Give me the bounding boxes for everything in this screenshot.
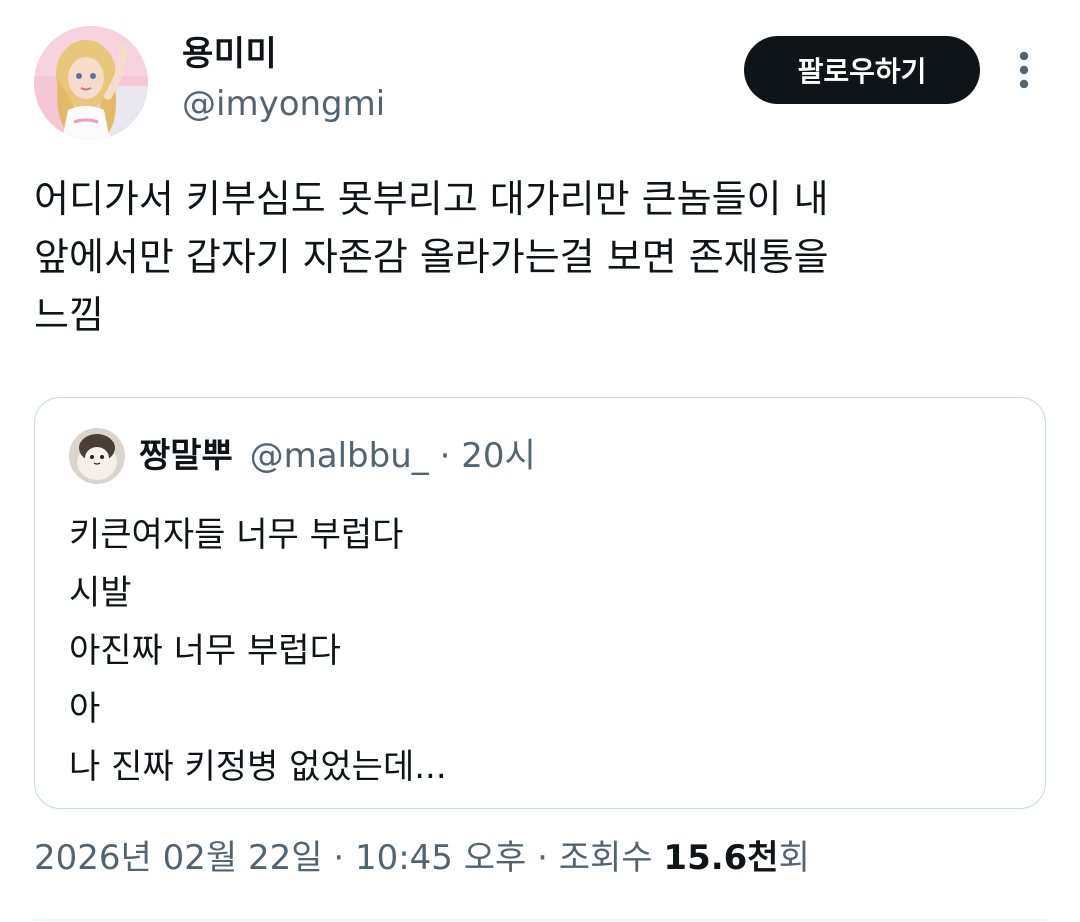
author-avatar[interactable] — [34, 26, 148, 140]
quoted-text-line: 아진짜 너무 부럽다 — [69, 631, 341, 671]
follow-button[interactable]: 팔로우하기 — [744, 36, 980, 104]
quoted-tweet-meta: 짱말뿌 @malbbu_ · 20시 — [139, 434, 536, 478]
tweet-text: 어디가서 키부심도 못부리고 대가리만 큰놈들이 내 앞에서만 갑자기 자존감 … — [34, 170, 1044, 344]
tweet-time[interactable]: 10:45 오후 — [355, 838, 526, 878]
tweet-header: 용미미 @imyongmi 팔로우하기 — [0, 0, 1080, 160]
tweet-text-line: 앞에서만 갑자기 자존감 올라가는걸 보면 존재통을 — [34, 235, 829, 279]
views-label: 조회수 — [558, 838, 664, 878]
tweet-text-line: 어디가서 키부심도 못부리고 대가리만 큰놈들이 내 — [34, 177, 829, 221]
tweet-text-line: 느낌 — [34, 293, 104, 337]
divider — [34, 919, 1046, 921]
more-vertical-icon[interactable] — [1006, 46, 1042, 94]
quoted-text-line: 시발 — [69, 573, 132, 613]
footer-separator: · — [526, 838, 559, 878]
quoted-author-avatar[interactable] — [69, 428, 125, 484]
quoted-text-line: 나 진짜 키정병 없었는데... — [69, 747, 447, 787]
meta-separator: · — [428, 436, 462, 476]
author-handle[interactable]: @imyongmi — [182, 84, 385, 124]
quoted-tweet-text: 키큰여자들 너무 부럽다 시발 아진짜 너무 부럽다 아 나 진짜 키정병 없었… — [69, 506, 447, 796]
quoted-author-name[interactable]: 짱말뿌 — [139, 436, 233, 476]
tweet-footer: 2026년 02월 22일 · 10:45 오후 · 조회수 15.6천회 — [34, 832, 810, 884]
quoted-text-line: 키큰여자들 너무 부럽다 — [69, 515, 404, 555]
tweet-date[interactable]: 2026년 02월 22일 — [34, 838, 323, 878]
quoted-tweet[interactable]: 짱말뿌 @malbbu_ · 20시 키큰여자들 너무 부럽다 시발 아진짜 너… — [34, 397, 1046, 809]
quoted-text-line: 아 — [69, 689, 101, 729]
quoted-tweet-time[interactable]: 20시 — [461, 436, 536, 476]
quoted-author-handle[interactable]: @malbbu_ — [250, 436, 429, 476]
views-count[interactable]: 15.6천 — [663, 838, 778, 878]
footer-separator: · — [322, 838, 355, 878]
author-name[interactable]: 용미미 — [182, 34, 277, 74]
views-suffix: 회 — [778, 838, 810, 878]
